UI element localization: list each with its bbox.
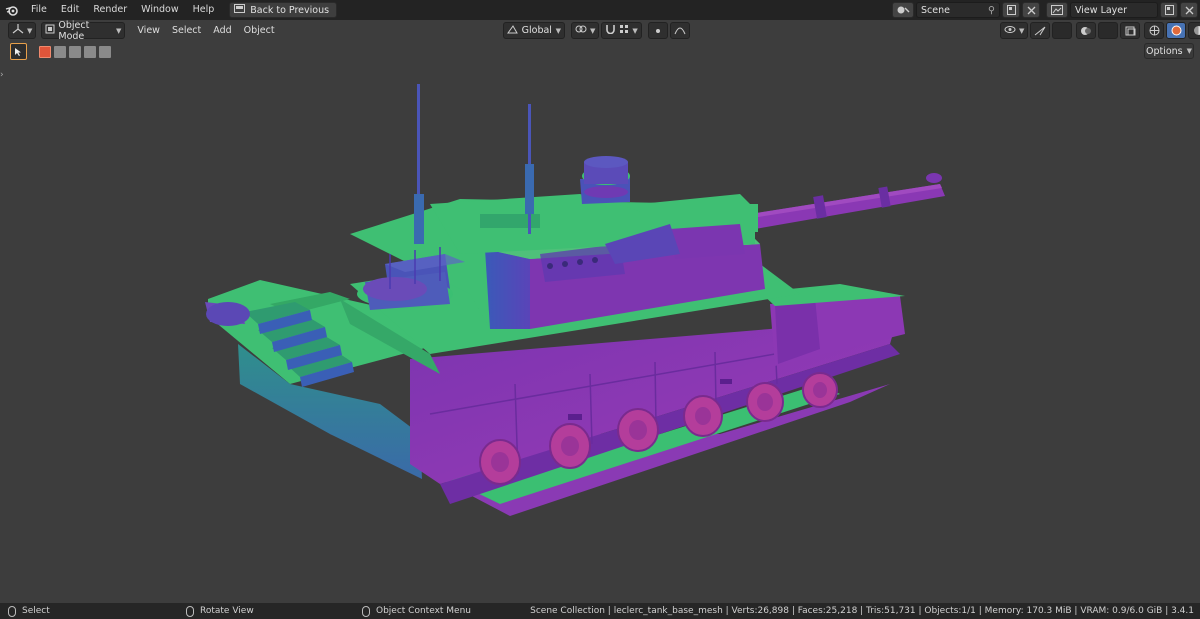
pivot-dropdown[interactable]: ▼ — [571, 22, 600, 39]
snap-dropdown[interactable]: ▼ — [601, 22, 642, 39]
status-bar: Select Rotate View Object Context Menu S… — [0, 603, 1200, 619]
back-to-previous-button[interactable]: Back to Previous — [229, 2, 338, 18]
select-invert-icon[interactable] — [84, 45, 96, 58]
orientation-dropdown[interactable]: Global ▼ — [503, 22, 565, 39]
tool-settings-row — [10, 43, 111, 60]
mouse-middle-icon — [186, 605, 194, 617]
chevron-down-icon: ▼ — [1186, 47, 1193, 55]
scene-name-field[interactable]: Scene ⚲ — [916, 2, 1000, 18]
status-context-label: Object Context Menu — [376, 606, 472, 616]
mode-label: Object Mode — [58, 19, 90, 42]
scene-browse-icon[interactable] — [892, 2, 914, 18]
menu-render[interactable]: Render — [86, 0, 134, 20]
select-new-icon[interactable] — [39, 45, 51, 58]
link-icon — [575, 24, 587, 37]
menu-select[interactable]: Select — [166, 25, 207, 36]
xray-icon[interactable] — [1120, 22, 1141, 39]
status-select-label: Select — [22, 606, 50, 616]
editor-type-dropdown[interactable]: ▼ — [8, 22, 37, 39]
scene-statistics: Scene Collection | leclerc_tank_base_mes… — [530, 606, 1194, 616]
menu-object[interactable]: Object — [238, 25, 281, 36]
select-subtract-icon[interactable] — [69, 45, 81, 58]
select-extend-icon[interactable] — [54, 45, 66, 58]
new-view-layer-icon[interactable] — [1160, 2, 1178, 18]
status-rotate: Rotate View — [186, 605, 254, 617]
chevron-down-icon: ▼ — [1019, 26, 1025, 35]
wireframe-shading-icon[interactable] — [1144, 22, 1165, 39]
select-tool-icon[interactable] — [10, 43, 27, 60]
view-layer-selector: View Layer — [1046, 2, 1198, 18]
grid-snap-icon — [619, 24, 629, 37]
solid-shading-icon[interactable] — [1166, 22, 1187, 39]
top-menu-bar: File Edit Render Window Help Back to Pre… — [0, 0, 1200, 20]
proportional-edit-icon[interactable] — [647, 22, 668, 39]
screen-icon — [234, 4, 246, 16]
magnet-icon — [605, 24, 616, 37]
transform-tools: Global ▼ ▼ ▼ — [503, 22, 690, 39]
mouse-left-icon — [8, 605, 16, 617]
scene-name: Scene — [921, 4, 950, 16]
gizmo-icon[interactable] — [1030, 22, 1051, 39]
menu-edit[interactable]: Edit — [54, 0, 86, 20]
back-to-previous-label: Back to Previous — [250, 4, 330, 16]
gizmo-dropdown-icon[interactable] — [1052, 22, 1073, 39]
toolbar-expand-icon[interactable]: › — [0, 70, 4, 80]
mouse-right-icon — [362, 605, 370, 617]
status-rotate-label: Rotate View — [200, 606, 254, 616]
chevron-down-icon: ▼ — [116, 26, 122, 35]
pin-icon[interactable]: ⚲ — [988, 5, 995, 16]
chevron-down-icon: ▼ — [590, 26, 596, 35]
menu-add[interactable]: Add — [207, 25, 237, 36]
blender-logo-icon[interactable] — [0, 0, 24, 20]
options-dropdown[interactable]: Options ▼ — [1144, 43, 1194, 59]
status-context: Object Context Menu — [362, 605, 472, 617]
scene-selector: Scene ⚲ — [892, 2, 1040, 18]
falloff-icon[interactable] — [669, 22, 690, 39]
menu-view[interactable]: View — [131, 25, 166, 36]
view-layer-field[interactable]: View Layer — [1070, 2, 1158, 18]
menu-help[interactable]: Help — [186, 0, 222, 20]
mode-dropdown[interactable]: Object Mode ▼ — [41, 19, 126, 42]
delete-scene-icon[interactable] — [1022, 2, 1040, 18]
tank-model — [205, 84, 945, 516]
overlays-dropdown-icon[interactable] — [1098, 22, 1119, 39]
select-intersect-icon[interactable] — [99, 45, 111, 58]
status-select: Select — [8, 605, 50, 617]
options-label: Options — [1145, 45, 1183, 57]
new-scene-icon[interactable] — [1002, 2, 1020, 18]
menu-file[interactable]: File — [24, 0, 54, 20]
eye-icon — [1004, 25, 1016, 37]
view-layer-name: View Layer — [1075, 4, 1128, 16]
chevron-down-icon: ▼ — [632, 26, 638, 35]
orientation-label: Global — [521, 25, 552, 36]
overlays-icon[interactable] — [1076, 22, 1097, 39]
orientation-icon — [507, 24, 518, 37]
view-layer-browse-icon[interactable] — [1046, 2, 1068, 18]
menu-window[interactable]: Window — [134, 0, 185, 20]
axes-icon — [12, 24, 24, 37]
object-mode-icon — [45, 24, 55, 37]
visibility-dropdown[interactable]: ▼ — [1000, 22, 1029, 39]
delete-view-layer-icon[interactable] — [1180, 2, 1198, 18]
material-shading-icon[interactable] — [1188, 22, 1200, 39]
chevron-down-icon: ▼ — [27, 26, 33, 35]
view-tools: ▼ ▼ — [1000, 22, 1200, 39]
chevron-down-icon: ▼ — [555, 26, 561, 35]
